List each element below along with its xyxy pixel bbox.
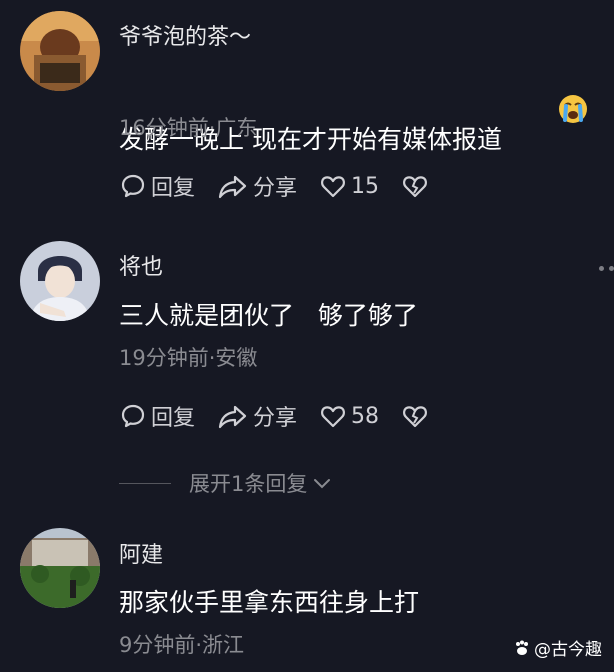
dislike-button[interactable] [401, 402, 433, 430]
reply-label: 回复 [151, 406, 196, 431]
comment-actions: 回复 分享 15 [119, 171, 455, 201]
reply-button[interactable]: 回复 [119, 400, 195, 432]
share-label: 分享 [253, 176, 298, 201]
comment-meta: 9分钟前·浙江 [119, 633, 245, 657]
paw-icon [516, 640, 528, 655]
comment-meta: 16分钟前·广东 [119, 116, 258, 140]
comment-meta: 19分钟前·安徽 [119, 346, 258, 370]
expand-replies-label: 展开1条回复 [189, 472, 308, 496]
like-button[interactable]: 58 [319, 402, 379, 430]
comment-bubble-icon [121, 174, 145, 198]
comment-text: 三人就是团伙了 够了够了 [119, 301, 418, 330]
comment-text: 那家伙手里拿东西往身上打 [119, 588, 420, 617]
more-options-icon[interactable] [594, 266, 614, 271]
share-arrow-icon [218, 405, 247, 429]
comment-item: 将也 三人就是团伙了 够了够了 19分钟前·安徽 回复 分享 58 [0, 230, 614, 505]
comment-actions: 回复 分享 58 [119, 401, 455, 431]
crying-face-emoji-icon [510, 65, 587, 123]
heart-icon [321, 176, 346, 198]
avatar[interactable] [20, 241, 100, 321]
comment-item: 爷爷泡的茶～ 发酵一晚上 现在才开始有媒体报道 16分钟前·广东 回复 分享 1… [0, 0, 614, 215]
comment-text: 发酵一晚上 现在才开始有媒体报道 [119, 65, 587, 156]
watermark-label: @古今趣 [534, 640, 602, 660]
avatar[interactable] [20, 528, 100, 608]
reply-label: 回复 [151, 176, 196, 201]
avatar[interactable] [20, 11, 100, 91]
watermark: @古今趣 [513, 635, 602, 660]
comment-username[interactable]: 将也 [119, 249, 163, 281]
broken-heart-icon [403, 176, 428, 198]
like-button[interactable]: 15 [319, 172, 379, 200]
like-count: 58 [351, 403, 380, 429]
comment-bubble-icon [121, 404, 145, 428]
chevron-down-icon [314, 479, 331, 489]
divider-line [119, 482, 171, 484]
heart-icon [321, 406, 346, 428]
share-arrow-icon [218, 175, 247, 199]
share-button[interactable]: 分享 [217, 170, 297, 202]
dislike-button[interactable] [401, 172, 433, 200]
share-label: 分享 [253, 406, 298, 431]
reply-button[interactable]: 回复 [119, 170, 195, 202]
comment-username[interactable]: 阿建 [119, 537, 163, 569]
share-button[interactable]: 分享 [217, 400, 297, 432]
comment-username[interactable]: 爷爷泡的茶～ [119, 19, 251, 51]
broken-heart-icon [403, 406, 428, 428]
like-count: 15 [351, 173, 380, 199]
expand-replies-button[interactable]: 展开1条回复 [119, 468, 333, 498]
